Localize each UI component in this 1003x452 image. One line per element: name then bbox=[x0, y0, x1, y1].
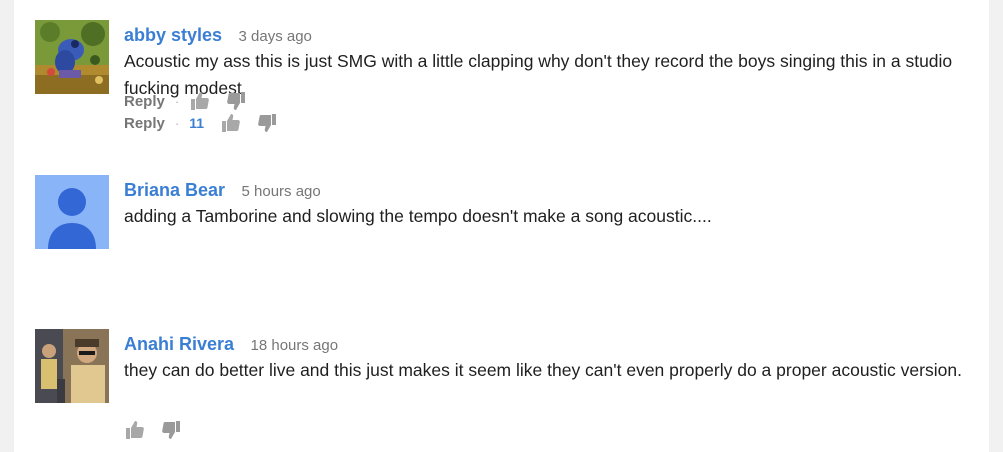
comment-timestamp[interactable]: 18 hours ago bbox=[251, 337, 339, 354]
avatar-image bbox=[35, 329, 109, 403]
avatar-image bbox=[35, 20, 109, 94]
author-link[interactable]: abby styles bbox=[124, 25, 222, 45]
separator-dot: · bbox=[174, 115, 180, 131]
comment-actions: Reply · 11 bbox=[124, 112, 292, 134]
comment-actions bbox=[124, 419, 196, 441]
author-link[interactable]: Briana Bear bbox=[124, 180, 225, 200]
thumbs-down-icon[interactable] bbox=[225, 90, 247, 112]
avatar[interactable] bbox=[35, 175, 109, 249]
comment-timestamp[interactable]: 5 hours ago bbox=[242, 183, 321, 200]
comment-actions: Reply · bbox=[124, 90, 261, 112]
avatar[interactable] bbox=[35, 329, 109, 403]
avatar[interactable] bbox=[35, 20, 109, 94]
left-gutter bbox=[0, 0, 14, 452]
comment-text: they can do better live and this just ma… bbox=[124, 360, 962, 380]
comment-text: adding a Tamborine and slowing the tempo… bbox=[124, 206, 712, 226]
thumbs-down-icon[interactable] bbox=[160, 419, 182, 441]
thumbs-down-icon[interactable] bbox=[256, 112, 278, 134]
reply-button[interactable]: Reply bbox=[124, 115, 165, 132]
thumbs-up-icon[interactable] bbox=[220, 112, 242, 134]
like-count: 11 bbox=[189, 115, 205, 131]
thumbs-up-icon[interactable] bbox=[124, 419, 146, 441]
default-user-icon bbox=[35, 175, 109, 249]
thumbs-up-icon[interactable] bbox=[189, 90, 211, 112]
comment-timestamp[interactable]: 3 days ago bbox=[239, 28, 312, 45]
separator-dot: · bbox=[174, 93, 180, 109]
reply-button[interactable]: Reply bbox=[124, 93, 165, 110]
author-link[interactable]: Anahi Rivera bbox=[124, 334, 234, 354]
scrollbar-track[interactable] bbox=[989, 0, 1003, 452]
